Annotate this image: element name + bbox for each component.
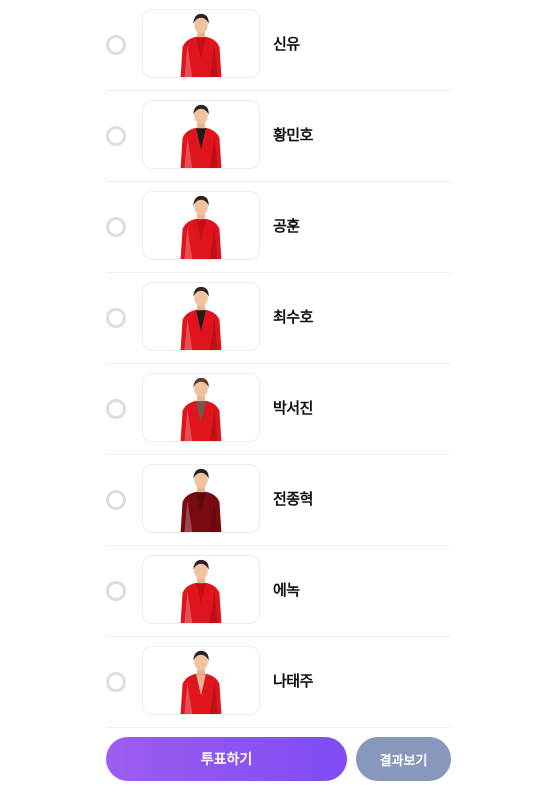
radio-button[interactable] — [106, 217, 126, 237]
person-figure — [180, 104, 222, 168]
candidate-row[interactable]: 공훈 — [106, 182, 451, 273]
candidate-photo — [142, 191, 260, 260]
candidate-photo — [142, 373, 260, 442]
candidate-name: 신유 — [273, 35, 300, 53]
candidate-row[interactable]: 나태주 — [106, 637, 451, 728]
person-figure — [180, 13, 222, 77]
candidate-name: 에녹 — [273, 581, 300, 599]
candidate-photo — [142, 282, 260, 351]
candidate-photo — [142, 646, 260, 715]
candidate-name: 공훈 — [273, 217, 300, 235]
candidate-name: 나태주 — [273, 672, 313, 690]
candidate-photo — [142, 100, 260, 169]
candidate-row[interactable]: 박서진 — [106, 364, 451, 455]
candidate-row[interactable]: 에녹 — [106, 546, 451, 637]
person-figure — [180, 650, 222, 714]
person-figure — [180, 195, 222, 259]
radio-button[interactable] — [106, 35, 126, 55]
radio-button[interactable] — [106, 581, 126, 601]
radio-button[interactable] — [106, 490, 126, 510]
candidate-row[interactable]: 전종혁 — [106, 455, 451, 546]
person-figure — [180, 468, 222, 532]
candidate-name: 전종혁 — [273, 490, 313, 508]
radio-button[interactable] — [106, 399, 126, 419]
radio-button[interactable] — [106, 672, 126, 692]
candidate-list: 신유 황민호 공훈 최수호 박서진 전종혁 에녹 나태주 — [106, 0, 451, 728]
candidate-name: 최수호 — [273, 308, 313, 326]
person-figure — [180, 286, 222, 350]
candidate-photo — [142, 555, 260, 624]
candidate-row[interactable]: 신유 — [106, 0, 451, 91]
candidate-row[interactable]: 최수호 — [106, 273, 451, 364]
candidate-name: 박서진 — [273, 399, 313, 417]
candidate-photo — [142, 9, 260, 78]
person-figure — [180, 559, 222, 623]
radio-button[interactable] — [106, 308, 126, 328]
candidate-row[interactable]: 황민호 — [106, 91, 451, 182]
candidate-photo — [142, 464, 260, 533]
person-figure — [180, 377, 222, 441]
candidate-name: 황민호 — [273, 126, 313, 144]
view-results-button[interactable]: 결과보기 — [356, 737, 451, 781]
radio-button[interactable] — [106, 126, 126, 146]
vote-button[interactable]: 투표하기 — [106, 737, 347, 781]
